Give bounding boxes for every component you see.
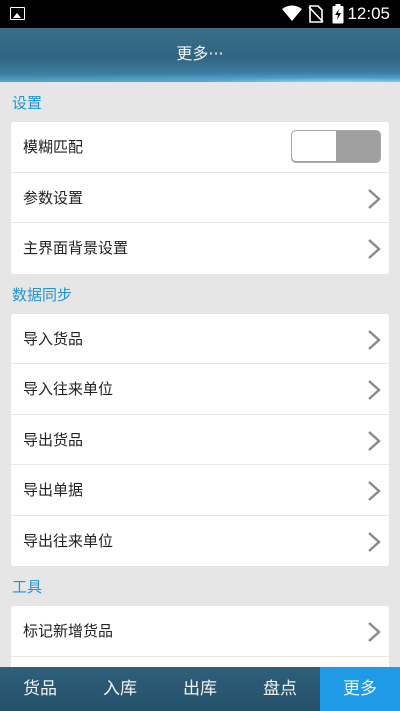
import-partners-row[interactable]: 导入往来单位 [11,364,389,415]
import-goods-row[interactable]: 导入货品 [11,314,389,364]
wifi-icon [282,5,302,21]
status-bar: 12:05 [0,0,400,28]
status-time: 12:05 [347,4,390,23]
chevron-right-icon [368,239,381,259]
chevron-right-icon [368,622,381,642]
export-goods-label: 导出货品 [23,430,84,449]
fuzzy-match-toggle[interactable] [291,130,381,163]
bottom-nav: 货品 入库 出库 盘点 更多 [0,667,400,711]
background-settings-row[interactable]: 主界面背景设置 [11,223,389,274]
no-sim-icon [308,5,324,23]
toggle-knob [292,131,336,161]
nav-tab-inventory[interactable]: 盘点 [240,667,320,711]
image-icon [10,7,25,20]
parameter-settings-label: 参数设置 [23,188,84,207]
fuzzy-match-label: 模糊匹配 [23,138,84,156]
chevron-right-icon [368,481,381,501]
export-documents-label: 导出单据 [23,481,84,499]
section-header-tools: 工具 [12,578,43,596]
nav-tab-inbound[interactable]: 入库 [80,667,160,711]
import-partners-label: 导入往来单位 [23,380,114,398]
nav-tab-more[interactable]: 更多 [320,667,400,711]
mark-new-goods-row[interactable]: 标记新增货品 [11,606,389,657]
nav-tab-outbound[interactable]: 出库 [160,667,240,711]
mark-new-goods-label: 标记新增货品 [23,622,114,640]
nav-tab-goods[interactable]: 货品 [0,667,80,711]
section-header-settings: 设置 [12,94,43,112]
chevron-right-icon [368,531,381,552]
tools-group: 标记新增货品 [11,606,389,667]
export-goods-row[interactable]: 导出货品 [11,415,389,465]
export-partners-row[interactable]: 导出往来单位 [11,516,389,567]
sync-group: 导入货品 导入往来单位 导出货品 导出单据 导出往来单位 [11,313,389,567]
fuzzy-match-row: 模糊匹配 [11,122,389,173]
export-documents-row[interactable]: 导出单据 [11,465,389,516]
chevron-right-icon [368,329,381,350]
chevron-right-icon [368,188,381,209]
settings-group: 模糊匹配 参数设置 主界面背景设置 [11,122,389,274]
battery-charging-icon [332,4,344,24]
import-goods-label: 导入货品 [23,329,84,348]
tools-row-next[interactable] [11,657,389,668]
chevron-right-icon [368,380,381,400]
settings-content[interactable]: 设置 模糊匹配 参数设置 主界面背景设置 数据同步 导入货品 导入往来单位 导出… [0,82,400,667]
page-title: 更多··· [176,44,224,63]
title-bar: 更多··· [0,28,400,82]
section-header-sync: 数据同步 [12,285,73,304]
title-bar-glow [0,72,400,82]
background-settings-label: 主界面背景设置 [23,239,129,257]
chevron-right-icon [368,430,381,451]
export-partners-label: 导出往来单位 [23,531,114,550]
parameter-settings-row[interactable]: 参数设置 [11,173,389,223]
